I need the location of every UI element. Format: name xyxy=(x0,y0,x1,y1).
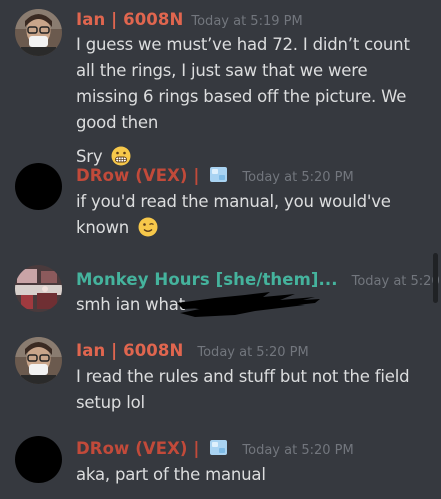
avatar-photo-icon xyxy=(15,265,62,312)
author-name-label[interactable]: DRow (VEX) | xyxy=(76,166,200,185)
author-name-label[interactable]: Monkey Hours [she/them]... xyxy=(76,270,338,289)
message-timestamp: Today at 5:20 PM xyxy=(242,443,354,458)
avatar[interactable] xyxy=(15,265,62,312)
redaction-scribble xyxy=(177,292,320,317)
winking-face-emoji xyxy=(138,217,158,237)
author-name[interactable]: DRow (VEX) | Today at 5:20 PM xyxy=(76,166,354,185)
avatar[interactable] xyxy=(15,163,62,210)
ice-cube-icon xyxy=(210,440,228,455)
message-content: aka, part of the manual xyxy=(76,462,426,488)
message-text: I read the rules and stuff but not the f… xyxy=(76,367,410,412)
message-content: I read the rules and stuff but not the f… xyxy=(76,364,416,416)
ice-cube-icon xyxy=(210,167,228,182)
avatar[interactable] xyxy=(15,9,62,56)
message-text: smh ian what xyxy=(76,295,185,314)
message-text: if you'd read the manual, you would've k… xyxy=(76,192,391,237)
avatar-photo-icon xyxy=(15,337,62,384)
author-name-label[interactable]: DRow (VEX) | xyxy=(76,439,200,458)
avatar-photo-icon xyxy=(15,9,62,56)
message-timestamp: Today at 5:20 PM xyxy=(351,274,441,289)
scrollbar[interactable] xyxy=(433,253,438,303)
author-name[interactable]: Ian | 6008N Today at 5:20 PM xyxy=(76,341,309,360)
message-text: aka, part of the manual xyxy=(76,465,266,484)
author-name-label[interactable]: Ian | 6008N xyxy=(76,10,183,29)
author-name[interactable]: DRow (VEX) | Today at 5:20 PM xyxy=(76,439,354,458)
message-text: Sry xyxy=(76,147,103,166)
avatar[interactable] xyxy=(15,337,62,384)
message-timestamp: Today at 5:20 PM xyxy=(197,345,309,360)
message-content: if you'd read the manual, you would've k… xyxy=(76,189,426,241)
grimacing-face-emoji xyxy=(111,146,131,166)
author-name[interactable]: Ian | 6008N Today at 5:19 PM xyxy=(76,10,303,29)
message-timestamp: Today at 5:19 PM xyxy=(191,14,303,29)
message-text: I guess we must’ve had 72. I didn’t coun… xyxy=(76,35,410,132)
avatar[interactable] xyxy=(15,436,62,483)
message-timestamp: Today at 5:20 PM xyxy=(242,170,354,185)
author-name-label[interactable]: Ian | 6008N xyxy=(76,341,183,360)
message-content: I guess we must’ve had 72. I didn’t coun… xyxy=(76,32,426,170)
author-name[interactable]: Monkey Hours [she/them]... Today at 5:20 … xyxy=(76,270,441,289)
